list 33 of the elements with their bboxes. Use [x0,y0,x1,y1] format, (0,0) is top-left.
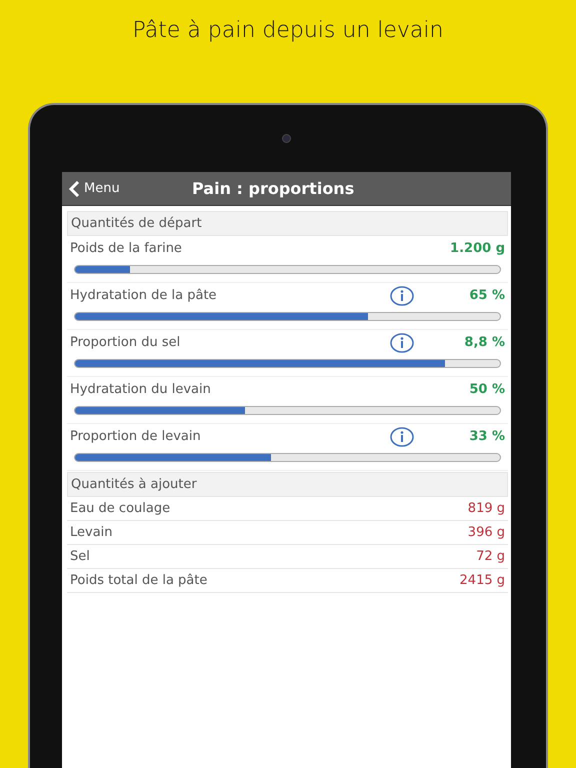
result-value: 2415 g [458,573,505,588]
result-label: Poids total de la pâte [70,573,208,588]
result-value: 819 g [466,501,505,516]
field-value: 1.200 g [449,241,505,256]
result-label: Sel [70,549,91,564]
field-label: Proportion de levain [70,429,202,444]
back-button[interactable]: Menu [62,180,126,196]
info-icon[interactable] [389,426,415,446]
chevron-icon [68,180,80,196]
section-header: Quantités de départ [67,211,508,236]
field-label: Hydratation du levain [70,382,212,397]
info-icon[interactable] [389,286,415,306]
caption: Pâte à pain depuis un levain [132,17,444,45]
slider-track[interactable] [74,265,501,274]
field-label: Hydratation de la pâte [70,288,218,303]
result-label: Levain [70,525,114,540]
field-value: 65 % [468,288,505,303]
section-header: Quantités à ajouter [67,472,508,497]
slider-track[interactable] [74,453,501,462]
screen-title: Pain : proportions [192,179,354,198]
field-value: 8,8 % [463,335,505,350]
slider-track[interactable] [74,312,501,321]
field-label: Proportion du sel [70,335,182,350]
slider-track[interactable] [74,406,501,415]
result-value: 396 g [466,525,505,540]
field-value: 33 % [468,429,505,444]
result-value: 72 g [475,549,505,564]
slider-track[interactable] [74,359,501,368]
camera-icon [282,134,291,143]
field-value: 50 % [468,382,505,397]
field-label: Poids de la farine [70,241,183,256]
info-icon[interactable] [389,332,415,352]
result-label: Eau de coulage [70,501,172,516]
